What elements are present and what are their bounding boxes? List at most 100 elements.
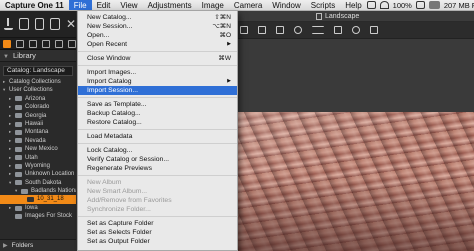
disclosure-closed-icon[interactable]: ▸ — [9, 128, 11, 136]
tree-item-folder[interactable]: ▸ Colorado — [0, 103, 76, 111]
close-icon[interactable] — [66, 18, 76, 30]
tree-item-folder[interactable]: ▸ Arizona — [0, 95, 76, 103]
disclosure-closed-icon[interactable]: ▸ — [3, 78, 5, 86]
menu-item-regenerate-previews[interactable]: Regenerate Previews — [78, 164, 237, 173]
disclosure-open-icon[interactable]: ▾ — [3, 86, 5, 94]
folder-icon[interactable] — [34, 18, 45, 30]
disclosure-closed-icon[interactable]: ▸ — [9, 95, 11, 103]
tree-item-folder[interactable]: ▸ New Mexico — [0, 145, 76, 153]
tree-item-folder[interactable]: ▾ South Dakota — [0, 179, 76, 187]
import-icon[interactable] — [4, 18, 14, 30]
menu-adjustments[interactable]: Adjustments — [143, 0, 197, 10]
disclosure-closed-icon[interactable]: ▸ — [9, 170, 11, 178]
disclosure-closed-icon[interactable]: ▸ — [9, 103, 11, 111]
menu-item-label: Set as Output Folder — [87, 238, 150, 245]
details-tab-icon[interactable] — [68, 39, 76, 48]
tree-item-label: Wyoming — [25, 162, 50, 169]
tree-item-folder[interactable]: ▸ Hawaii — [0, 120, 76, 128]
viewer-canvas[interactable] — [238, 39, 474, 251]
catalog-selector[interactable]: Catalog: Landscape — [3, 66, 73, 76]
folders-header[interactable]: ▶ Folders — [0, 239, 76, 251]
menu-item-new-session[interactable]: New Session... ⌥⌘N — [78, 22, 237, 31]
menu-file[interactable]: File — [68, 0, 92, 10]
screen-icon[interactable] — [366, 1, 376, 9]
tree-item-folder[interactable]: ▸ Georgia — [0, 112, 76, 120]
wifi-icon[interactable] — [379, 1, 389, 9]
menu-item-label: Restore Catalog... — [87, 119, 142, 126]
flag-icon[interactable] — [428, 1, 440, 9]
menu-item-set-as-output-folder[interactable]: Set as Output Folder — [78, 237, 237, 246]
brush-icon[interactable] — [334, 26, 342, 34]
disclosure-open-icon[interactable]: ▾ — [9, 179, 11, 187]
picker-icon[interactable] — [352, 26, 360, 34]
menu-item-load-metadata[interactable]: Load Metadata — [78, 132, 237, 141]
menu-item-import-images[interactable]: Import Images... — [78, 68, 237, 77]
tree-item-group[interactable]: ▸ Catalog Collections — [0, 78, 76, 86]
menu-item-label: Open... — [87, 32, 110, 39]
tree-item-folder[interactable]: ▸ Montana — [0, 128, 76, 136]
menu-item-lock-catalog[interactable]: Lock Catalog... — [78, 146, 237, 155]
tree-item-folder[interactable]: ▸ Unknown Location — [0, 170, 76, 178]
menu-help[interactable]: Help — [340, 0, 366, 10]
disclosure-closed-icon[interactable]: ▸ — [9, 154, 11, 162]
menu-item-restore-catalog[interactable]: Restore Catalog... — [78, 118, 237, 127]
folder-icon — [15, 121, 22, 127]
grid-icon[interactable] — [276, 26, 284, 34]
tree-item-folder[interactable]: Images For Stock — [0, 212, 76, 220]
menu-item-import-catalog[interactable]: Import Catalog ▶ — [78, 77, 237, 86]
disclosure-closed-icon[interactable]: ▸ — [9, 137, 11, 145]
tree-item-group[interactable]: ▾ User Collections — [0, 86, 76, 94]
menu-item-set-as-capture-folder[interactable]: Set as Capture Folder — [78, 219, 237, 228]
menu-image[interactable]: Image — [197, 0, 229, 10]
menu-item-save-as-template[interactable]: Save as Template... — [78, 100, 237, 109]
menu-item-label: Synchronize Folder... — [87, 206, 151, 213]
menu-scripts[interactable]: Scripts — [306, 0, 340, 10]
main-toolbar — [0, 11, 76, 38]
disclosure-closed-icon[interactable]: ▸ — [9, 204, 11, 212]
expand-icon[interactable] — [370, 26, 378, 34]
menu-camera[interactable]: Camera — [229, 0, 267, 10]
tree-item-folder[interactable]: ▸ Wyoming — [0, 162, 76, 170]
line-icon[interactable] — [312, 26, 324, 34]
disclosure-closed-icon[interactable]: ▸ — [9, 120, 11, 128]
library-header[interactable]: ▼ Library — [0, 50, 76, 62]
rotate-icon[interactable] — [258, 26, 266, 34]
tree-item-folder[interactable]: ▸ Nevada — [0, 137, 76, 145]
color-tab-icon[interactable] — [42, 39, 50, 48]
disclosure-open-icon[interactable]: ▾ — [15, 187, 17, 195]
export-icon[interactable] — [50, 18, 60, 30]
spot-icon[interactable] — [294, 26, 302, 34]
tree-item-folder[interactable]: ▾ Badlands Nationa — [0, 187, 76, 195]
tree-item-label: 10_31_18 — [37, 196, 64, 203]
library-tab-icon[interactable] — [3, 39, 11, 48]
tree-item-folder[interactable]: ▸ Iowa — [0, 204, 76, 212]
tree-item-folder[interactable]: ▸ Utah — [0, 154, 76, 162]
menu-item-open[interactable]: Open... ⌘O — [78, 31, 237, 40]
exposure-tab-icon[interactable] — [55, 39, 63, 48]
capture-tab-icon[interactable] — [16, 39, 24, 48]
menu-view[interactable]: View — [115, 0, 142, 10]
battery-percent: 100% — [392, 0, 412, 10]
battery-icon[interactable] — [415, 1, 425, 9]
folder-icon — [15, 96, 22, 102]
menu-item-add-remove-from-favorites: Add/Remove from Favorites — [78, 196, 237, 205]
crop-icon[interactable] — [240, 26, 248, 34]
menu-item-close-window[interactable]: Close Window ⌘W — [78, 54, 237, 63]
menu-edit[interactable]: Edit — [92, 0, 116, 10]
menu-capture-one-11[interactable]: Capture One 11 — [0, 0, 69, 10]
lens-tab-icon[interactable] — [29, 39, 37, 48]
camera-icon[interactable] — [19, 18, 29, 30]
disclosure-closed-icon[interactable]: ▸ — [9, 162, 11, 170]
tree-item-label: Georgia — [25, 112, 47, 119]
menu-item-import-session[interactable]: Import Session... — [78, 86, 237, 95]
menu-item-verify-catalog-or-session[interactable]: Verify Catalog or Session... — [78, 155, 237, 164]
menu-window[interactable]: Window — [267, 0, 305, 10]
menu-item-backup-catalog[interactable]: Backup Catalog... — [78, 109, 237, 118]
landscape-photo[interactable] — [238, 112, 474, 251]
disclosure-closed-icon[interactable]: ▸ — [9, 145, 11, 153]
menu-item-open-recent[interactable]: Open Recent ▶ — [78, 40, 237, 49]
tree-item-folder[interactable]: 10_31_18 — [0, 195, 76, 204]
disclosure-closed-icon[interactable]: ▸ — [9, 112, 11, 120]
menu-item-set-as-selects-folder[interactable]: Set as Selects Folder — [78, 228, 237, 237]
menu-item-new-catalog[interactable]: New Catalog... ⇧⌘N — [78, 13, 237, 22]
